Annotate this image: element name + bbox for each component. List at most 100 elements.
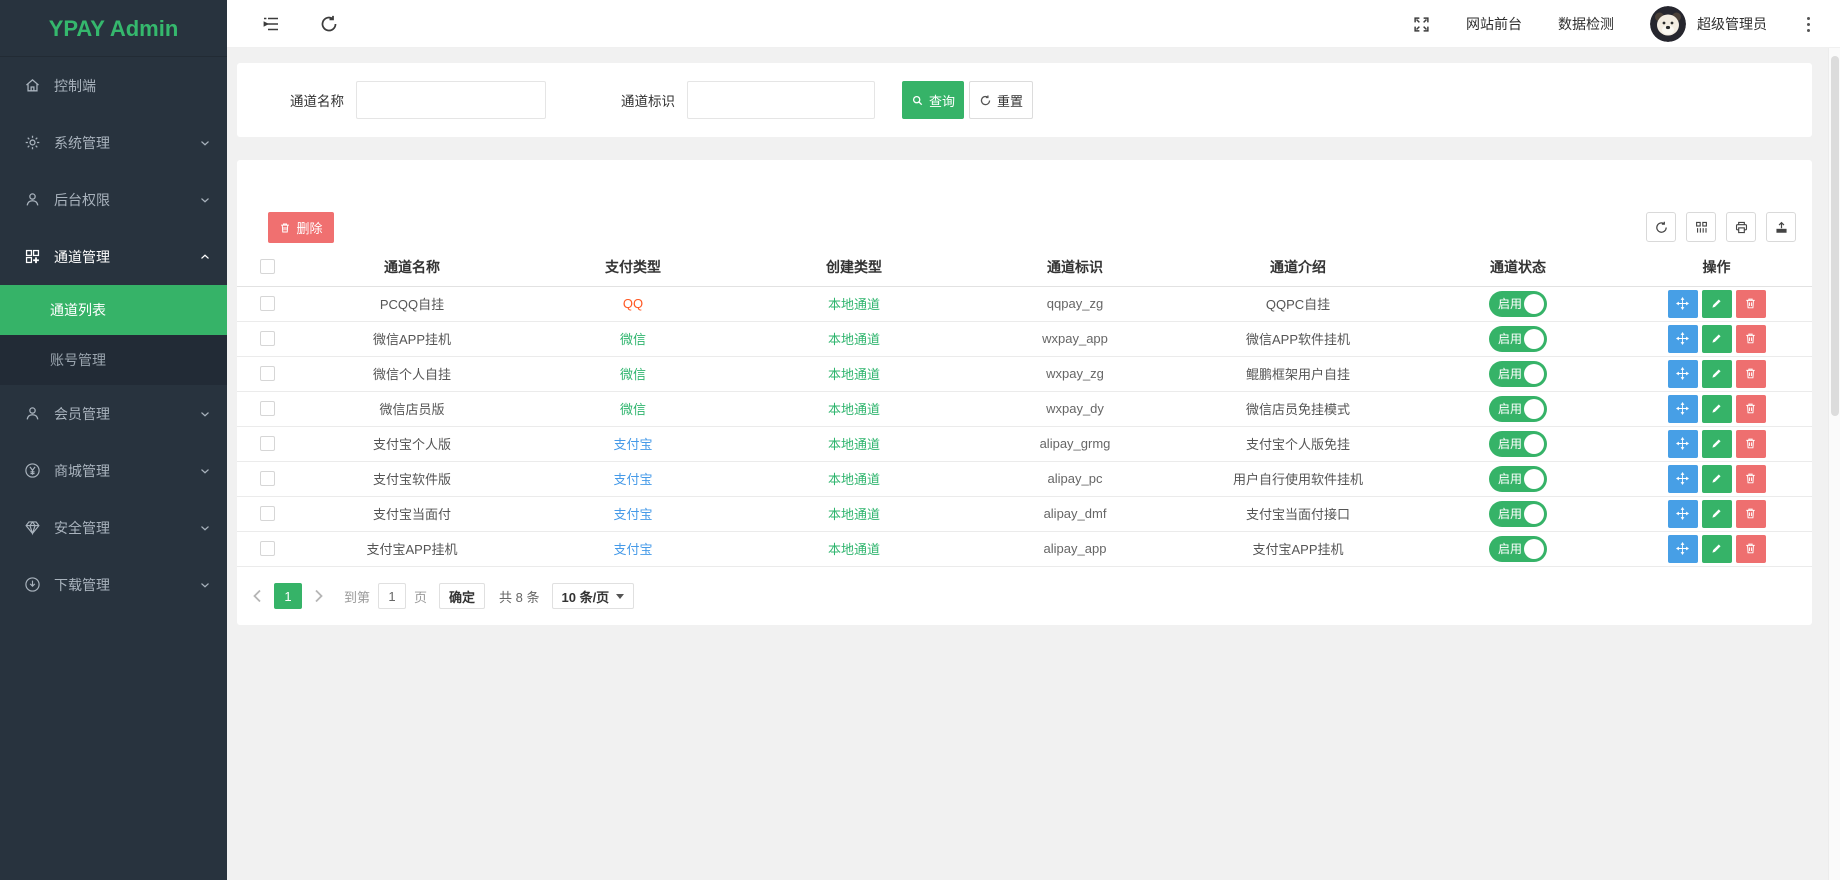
row-checkbox[interactable] (260, 331, 275, 346)
move-row-button[interactable] (1668, 430, 1698, 458)
edit-row-button[interactable] (1702, 535, 1732, 563)
query-button[interactable]: 查询 (902, 81, 964, 119)
move-row-button[interactable] (1668, 360, 1698, 388)
status-label: 启用 (1498, 505, 1522, 522)
sidebar-item-backend-permission[interactable]: 后台权限 (0, 171, 227, 228)
move-icon (1676, 402, 1689, 415)
status-toggle[interactable]: 启用 (1489, 466, 1547, 492)
status-toggle[interactable]: 启用 (1489, 361, 1547, 387)
status-toggle[interactable]: 启用 (1489, 326, 1547, 352)
pay-type-cell: 支付宝 (527, 461, 739, 496)
sidebar-item-member-manage[interactable]: 会员管理 (0, 385, 227, 442)
edit-row-button[interactable] (1702, 325, 1732, 353)
channel-intro: 支付宝当面付接口 (1246, 507, 1350, 522)
sidebar-subitem-account-manage[interactable]: 账号管理 (0, 335, 227, 385)
fullscreen-icon[interactable] (1413, 16, 1430, 33)
delete-row-button[interactable] (1736, 325, 1766, 353)
status-label: 启用 (1498, 470, 1522, 487)
refresh-page-icon[interactable] (319, 14, 339, 34)
edit-icon (1710, 437, 1723, 450)
edit-row-button[interactable] (1702, 465, 1732, 493)
sidebar-item-channel-manage[interactable]: 通道管理 (0, 228, 227, 285)
pay-type-cell: 支付宝 (527, 426, 739, 461)
row-checkbox[interactable] (260, 401, 275, 416)
next-page-icon[interactable] (308, 586, 328, 606)
table-row: 微信个人自挂微信本地通道wxpay_zg鲲鹏框架用户自挂启用 (237, 356, 1812, 391)
edit-row-button[interactable] (1702, 430, 1732, 458)
app-logo: YPAY Admin (0, 0, 227, 57)
actions-cell (1621, 321, 1812, 356)
delete-row-button[interactable] (1736, 360, 1766, 388)
chevron-down-icon (198, 193, 212, 207)
move-row-button[interactable] (1668, 290, 1698, 318)
channel-code-cell: alipay_dmf (969, 496, 1181, 531)
prev-page-icon[interactable] (248, 586, 268, 606)
scrollbar-track[interactable] (1828, 48, 1840, 880)
move-row-button[interactable] (1668, 500, 1698, 528)
delete-row-button[interactable] (1736, 500, 1766, 528)
delete-row-button[interactable] (1736, 465, 1766, 493)
goto-page-input[interactable] (378, 583, 406, 609)
chevron-down-icon (616, 594, 624, 599)
row-checkbox[interactable] (260, 436, 275, 451)
goto-confirm-button[interactable]: 确定 (439, 583, 485, 609)
delete-row-button[interactable] (1736, 290, 1766, 318)
export-table-button[interactable] (1766, 212, 1796, 242)
edit-row-button[interactable] (1702, 395, 1732, 423)
sidebar-item-mall-manage[interactable]: 商城管理 (0, 442, 227, 499)
select-all-checkbox[interactable] (260, 259, 275, 274)
delete-row-button[interactable] (1736, 535, 1766, 563)
page-size-select[interactable]: 10 条/页 (552, 583, 635, 609)
current-page[interactable]: 1 (274, 583, 302, 609)
sidebar-item-console[interactable]: 控制端 (0, 57, 227, 114)
status-toggle[interactable]: 启用 (1489, 536, 1547, 562)
channel-intro-cell: 微信店员免挂模式 (1181, 391, 1415, 426)
status-toggle[interactable]: 启用 (1489, 501, 1547, 527)
sidebar-item-label: 商城管理 (54, 461, 110, 481)
row-checkbox[interactable] (260, 471, 275, 486)
row-checkbox[interactable] (260, 366, 275, 381)
channel-code-cell: alipay_app (969, 531, 1181, 566)
batch-delete-button[interactable]: 删除 (268, 212, 334, 243)
status-cell: 启用 (1415, 286, 1621, 321)
more-dots-icon[interactable] (1803, 13, 1814, 36)
create-type: 本地通道 (828, 472, 880, 487)
reset-button[interactable]: 重置 (969, 81, 1033, 119)
sidebar-subitem-channel-list[interactable]: 通道列表 (0, 285, 227, 335)
edit-icon (1710, 472, 1723, 485)
channel-intro-cell: 微信APP软件挂机 (1181, 321, 1415, 356)
columns-table-button[interactable] (1686, 212, 1716, 242)
status-toggle[interactable]: 启用 (1489, 291, 1547, 317)
delete-row-button[interactable] (1736, 395, 1766, 423)
print-table-button[interactable] (1726, 212, 1756, 242)
create-type: 本地通道 (828, 402, 880, 417)
move-row-button[interactable] (1668, 535, 1698, 563)
channel-code-label: 通道标识 (621, 90, 675, 110)
scrollbar-thumb[interactable] (1831, 56, 1839, 416)
channel-code-input[interactable] (687, 81, 875, 119)
toggle-knob (1524, 539, 1544, 559)
move-row-button[interactable] (1668, 395, 1698, 423)
delete-row-button[interactable] (1736, 430, 1766, 458)
user-menu[interactable]: 超级管理员 (1650, 6, 1767, 42)
link-site-front[interactable]: 网站前台 (1466, 14, 1522, 34)
move-row-button[interactable] (1668, 325, 1698, 353)
row-checkbox[interactable] (260, 506, 275, 521)
edit-row-button[interactable] (1702, 360, 1732, 388)
status-toggle[interactable]: 启用 (1489, 396, 1547, 422)
row-checkbox[interactable] (260, 541, 275, 556)
sidebar-item-download-manage[interactable]: 下载管理 (0, 556, 227, 613)
refresh-table-button[interactable] (1646, 212, 1676, 242)
channel-name-input[interactable] (356, 81, 546, 119)
row-checkbox[interactable] (260, 296, 275, 311)
move-icon (1676, 507, 1689, 520)
edit-row-button[interactable] (1702, 290, 1732, 318)
status-toggle[interactable]: 启用 (1489, 431, 1547, 457)
move-row-button[interactable] (1668, 465, 1698, 493)
link-data-check[interactable]: 数据检测 (1558, 14, 1614, 34)
trash-icon (1744, 437, 1757, 450)
edit-row-button[interactable] (1702, 500, 1732, 528)
sidebar-item-system[interactable]: 系统管理 (0, 114, 227, 171)
sidebar-item-security-manage[interactable]: 安全管理 (0, 499, 227, 556)
collapse-sidebar-icon[interactable] (261, 14, 281, 34)
